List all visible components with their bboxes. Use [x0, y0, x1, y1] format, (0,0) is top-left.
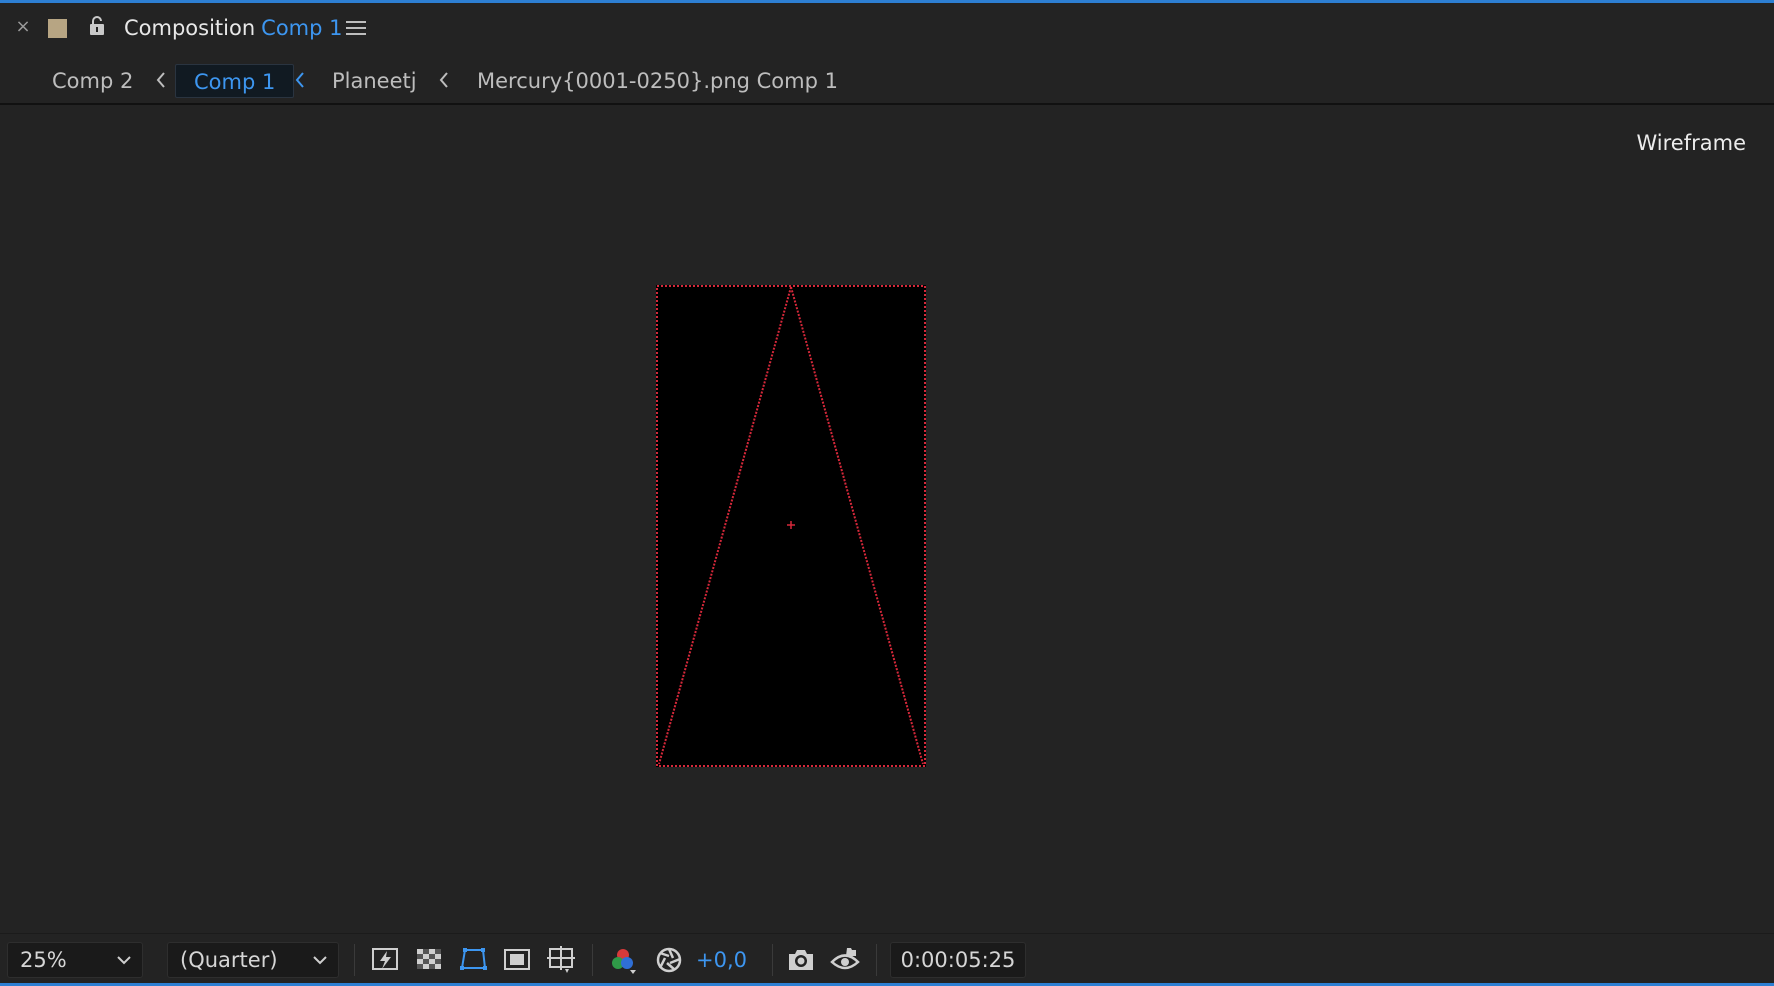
magnification-value: 25% [20, 948, 67, 972]
chevron-left-icon [437, 68, 451, 92]
grid-guides-icon[interactable] [546, 946, 576, 974]
show-snapshot-icon[interactable] [830, 946, 860, 974]
panel-header: × Composition Comp 1 [0, 3, 1774, 53]
wireframe-layer[interactable] [656, 285, 926, 767]
composition-viewer[interactable]: Wireframe [0, 107, 1774, 933]
anchor-point-icon [787, 521, 795, 529]
panel-menu-icon[interactable] [346, 21, 366, 37]
panel-title: Composition Comp 1 [124, 16, 343, 40]
toolbar-divider [592, 944, 593, 976]
lock-icon[interactable] [88, 15, 106, 37]
chevron-down-icon [117, 956, 131, 965]
render-mode-label: Wireframe [1636, 131, 1746, 155]
mask-path-visibility-icon[interactable] [458, 946, 488, 974]
resolution-value: (Quarter) [180, 948, 278, 972]
composition-panel: × Composition Comp 1 Comp 2 Comp 1 Planee… [0, 0, 1774, 986]
breadcrumb-planeetj[interactable]: Planeetj [332, 64, 417, 98]
fast-previews-icon[interactable] [370, 946, 400, 974]
chevron-down-icon [313, 956, 327, 965]
toolbar-divider [876, 944, 877, 976]
toolbar-divider [354, 944, 355, 976]
region-of-interest-icon[interactable] [502, 946, 532, 974]
transparency-grid-icon[interactable] [414, 946, 444, 974]
chevron-left-icon [293, 68, 307, 92]
panel-title-comp-name[interactable]: Comp 1 [261, 16, 342, 40]
composition-frame[interactable] [656, 285, 926, 767]
current-time-display[interactable]: 0:00:05:25 [890, 942, 1026, 978]
breadcrumb-comp-2[interactable]: Comp 2 [52, 64, 133, 98]
magnification-dropdown[interactable]: 25% [7, 942, 143, 978]
panel-title-prefix: Composition [124, 16, 256, 40]
viewer-toolbar: 25% (Quarter) +0,0 0:00:05:25 [0, 933, 1774, 983]
snapshot-camera-icon[interactable] [786, 946, 816, 974]
channel-rgb-icon[interactable] [608, 946, 638, 974]
reset-exposure-icon[interactable] [654, 946, 684, 974]
resolution-dropdown[interactable]: (Quarter) [167, 942, 339, 978]
exposure-value[interactable]: +0,0 [696, 942, 747, 978]
composition-navigator: Comp 2 Comp 1 Planeetj Mercury{0001-0250… [0, 55, 1774, 105]
close-panel-button[interactable]: × [14, 17, 32, 37]
toolbar-divider [772, 944, 773, 976]
label-color-swatch[interactable] [48, 19, 67, 38]
breadcrumb-mercury-comp[interactable]: Mercury{0001-0250}.png Comp 1 [477, 64, 838, 98]
chevron-left-icon [154, 68, 168, 92]
breadcrumb-comp-1[interactable]: Comp 1 [175, 64, 295, 98]
